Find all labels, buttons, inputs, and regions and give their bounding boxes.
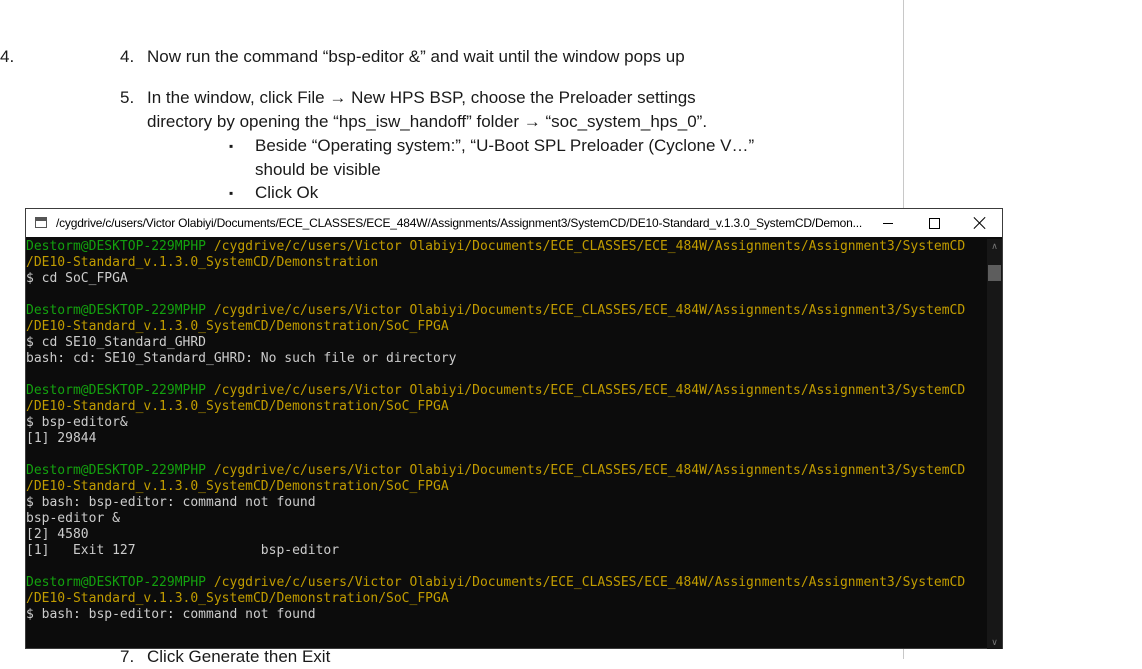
list-item-text: directory by opening the “hps_isw_handof… <box>147 112 708 131</box>
prompt-path-cont: /DE10-Standard_v.1.3.0_SystemCD/Demonstr… <box>26 255 379 270</box>
terminal-titlebar[interactable]: /cygdrive/c/users/Victor Olabiyi/Documen… <box>26 209 1002 237</box>
command-line: $ cd SE10_Standard_GHRD <box>26 335 207 350</box>
prompt-path: /cygdrive/c/users/Victor Olabiyi/Documen… <box>213 575 966 590</box>
list-item: 4. <box>0 45 14 69</box>
list-item-text: In the window, click File → New HPS BSP,… <box>147 88 696 107</box>
maximize-icon <box>928 217 940 229</box>
bullet-text: Click Ok <box>255 183 319 202</box>
bullet-text: should be visible <box>255 160 381 179</box>
scrollbar-thumb[interactable] <box>988 265 1001 281</box>
prompt-line: Destorm@DESKTOP-229MPHP /cygdrive/c/user… <box>26 383 986 399</box>
prompt-path-cont: /DE10-Standard_v.1.3.0_SystemCD/Demonstr… <box>26 479 449 494</box>
minimize-icon <box>883 222 893 224</box>
prompt-user: Destorm@DESKTOP-229MPHP <box>26 575 207 590</box>
list-number: 5. <box>120 88 135 107</box>
command-line: $ cd SoC_FPGA <box>26 271 128 286</box>
prompt-path-cont: /DE10-Standard_v.1.3.0_SystemCD/Demonstr… <box>26 319 449 334</box>
prompt-path: /cygdrive/c/users/Victor Olabiyi/Documen… <box>213 239 966 254</box>
prompt-user: Destorm@DESKTOP-229MPHP <box>26 239 207 254</box>
prompt-user: Destorm@DESKTOP-229MPHP <box>26 383 207 398</box>
command-line: $ bsp-editor& <box>26 415 128 430</box>
minimize-button[interactable] <box>865 209 911 237</box>
list-item-text: Now run the command “bsp-editor &” and w… <box>147 47 685 66</box>
close-button[interactable] <box>957 209 1003 237</box>
prompt-line: Destorm@DESKTOP-229MPHP /cygdrive/c/user… <box>26 463 986 479</box>
close-icon <box>974 217 986 229</box>
prompt-path-cont: /DE10-Standard_v.1.3.0_SystemCD/Demonstr… <box>26 399 449 414</box>
bullet-text: Beside “Operating system:”, “U-Boot SPL … <box>255 136 755 155</box>
prompt-path: /cygdrive/c/users/Victor Olabiyi/Documen… <box>213 463 966 478</box>
prompt-path-cont: /DE10-Standard_v.1.3.0_SystemCD/Demonstr… <box>26 591 449 606</box>
output-line: bsp-editor & <box>26 511 120 526</box>
terminal-output[interactable]: Destorm@DESKTOP-229MPHP /cygdrive/c/user… <box>26 239 986 649</box>
vertical-scrollbar[interactable]: ∧ ∨ <box>987 239 1002 649</box>
prompt-path: /cygdrive/c/users/Victor Olabiyi/Documen… <box>213 303 966 318</box>
list-number: 4. <box>0 47 15 66</box>
prompt-user: Destorm@DESKTOP-229MPHP <box>26 463 207 478</box>
bullet-icon: ▪ <box>229 186 234 200</box>
prompt-user: Destorm@DESKTOP-229MPHP <box>26 303 207 318</box>
output-line: bash: cd: SE10_Standard_GHRD: No such fi… <box>26 351 457 366</box>
output-line: $ bash: bsp-editor: command not found <box>26 607 316 622</box>
output-line: [2] 4580 <box>26 527 89 542</box>
prompt-path: /cygdrive/c/users/Victor Olabiyi/Documen… <box>213 383 966 398</box>
terminal-window[interactable]: /cygdrive/c/users/Victor Olabiyi/Documen… <box>25 208 1003 649</box>
bullet-icon: ▪ <box>229 139 234 153</box>
prompt-line: Destorm@DESKTOP-229MPHP /cygdrive/c/user… <box>26 303 986 319</box>
window-title: /cygdrive/c/users/Victor Olabiyi/Documen… <box>56 216 863 230</box>
output-line: [1] Exit 127 bsp-editor <box>26 543 340 558</box>
prompt-line: Destorm@DESKTOP-229MPHP /cygdrive/c/user… <box>26 575 986 591</box>
output-line: $ bash: bsp-editor: command not found <box>26 495 316 510</box>
chevron-down-icon[interactable]: ∨ <box>987 635 1002 649</box>
maximize-button[interactable] <box>911 209 957 237</box>
terminal-icon[interactable] <box>35 217 47 228</box>
chevron-up-icon[interactable]: ∧ <box>987 239 1002 253</box>
output-line: [1] 29844 <box>26 431 97 446</box>
prompt-line: Destorm@DESKTOP-229MPHP /cygdrive/c/user… <box>26 239 986 255</box>
list-number: 4. <box>120 47 135 66</box>
